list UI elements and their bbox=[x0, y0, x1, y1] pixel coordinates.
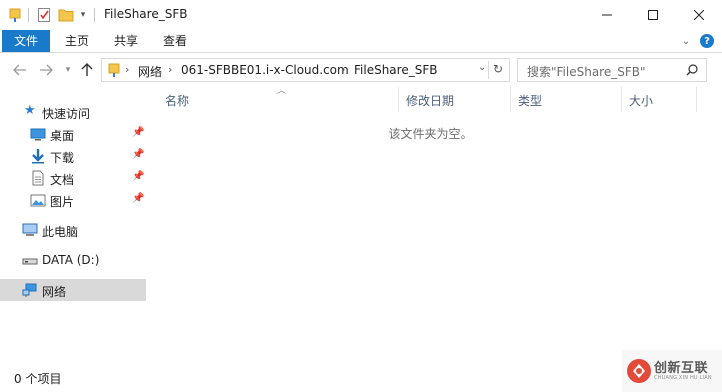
tab-file[interactable]: 文件 bbox=[2, 30, 50, 52]
maximize-button[interactable] bbox=[630, 0, 676, 30]
toolbar-separator bbox=[94, 8, 95, 22]
address-toolbar: ▾ › 网络 › 061-SFBBE01.i-x-Cloud.com › Fil… bbox=[0, 53, 722, 87]
watermark: 创新互联 CHUANG XIN HU LIAN bbox=[622, 350, 722, 392]
star-icon: ★ bbox=[24, 103, 36, 118]
search-icon bbox=[686, 64, 698, 76]
back-arrow-icon bbox=[13, 64, 26, 76]
close-button[interactable] bbox=[676, 0, 722, 30]
address-bar[interactable]: › 网络 › 061-SFBBE01.i-x-Cloud.com › FileS… bbox=[101, 58, 510, 82]
desktop-icon bbox=[30, 128, 46, 141]
forward-button[interactable] bbox=[38, 62, 54, 78]
up-button[interactable] bbox=[79, 62, 95, 78]
breadcrumb-folder[interactable]: FileShare_SFB bbox=[354, 63, 437, 77]
tab-share[interactable]: 共享 bbox=[107, 30, 145, 52]
status-bar: 0 个项目 bbox=[0, 365, 722, 392]
breadcrumb-network[interactable]: 网络 bbox=[138, 63, 162, 80]
search-placeholder: 搜索"FileShare_SFB" bbox=[527, 65, 646, 79]
help-icon[interactable]: ? bbox=[700, 34, 714, 48]
maximize-icon bbox=[648, 10, 658, 20]
title-bar: ▾ FileShare_SFB bbox=[0, 0, 722, 30]
pin-icon[interactable]: 📌 bbox=[132, 171, 144, 182]
item-count: 0 个项目 bbox=[14, 372, 62, 386]
tab-home[interactable]: 主页 bbox=[58, 30, 96, 52]
breadcrumb-separator: › bbox=[125, 63, 130, 76]
column-header-name[interactable]: 名称 bbox=[165, 92, 189, 109]
nav-item-downloads[interactable]: 下载 📌 bbox=[0, 145, 146, 167]
watermark-logo-icon bbox=[627, 359, 651, 383]
nav-network[interactable]: 网络 bbox=[0, 279, 146, 301]
close-icon bbox=[694, 10, 704, 20]
forward-arrow-icon bbox=[40, 64, 53, 76]
download-icon bbox=[32, 149, 44, 164]
nav-network-label: 网络 bbox=[42, 285, 67, 299]
ribbon-tabs: 文件 主页 共享 查看 ⌄ ? bbox=[0, 30, 722, 53]
navigation-pane: ★ 快速访问 桌面 📌 下载 📌 文档 📌 图片 📌 此电脑 DATA (D:)… bbox=[0, 87, 150, 365]
document-icon bbox=[32, 170, 44, 186]
empty-folder-message: 该文件夹为空。 bbox=[388, 127, 473, 141]
watermark-subtext: CHUANG XIN HU LIAN bbox=[654, 375, 712, 381]
nav-this-pc[interactable]: 此电脑 bbox=[0, 219, 146, 241]
nav-item-label: 桌面 bbox=[50, 129, 75, 143]
window-title: FileShare_SFB bbox=[104, 7, 188, 21]
pin-icon[interactable]: 📌 bbox=[132, 127, 144, 138]
nav-item-pictures[interactable]: 图片 📌 bbox=[0, 189, 146, 211]
column-separator[interactable] bbox=[621, 87, 622, 112]
sort-ascending-icon: ︿ bbox=[277, 86, 287, 96]
breadcrumb-server[interactable]: 061-SFBBE01.i-x-Cloud.com bbox=[181, 63, 349, 77]
refresh-icon[interactable]: ↻ bbox=[493, 62, 503, 76]
folder-location-icon bbox=[108, 63, 120, 77]
properties-check-icon[interactable] bbox=[36, 6, 52, 24]
minimize-button[interactable] bbox=[584, 0, 630, 30]
recent-locations-icon[interactable]: ▾ bbox=[60, 62, 76, 78]
customize-quick-access-icon[interactable]: ▾ bbox=[78, 6, 88, 24]
computer-icon bbox=[22, 223, 38, 236]
folder-properties-icon[interactable] bbox=[8, 6, 22, 24]
column-header-modified[interactable]: 修改日期 bbox=[406, 92, 454, 109]
up-arrow-icon bbox=[81, 63, 93, 76]
breadcrumb-separator: › bbox=[341, 63, 346, 76]
watermark-text: 创新互联 bbox=[654, 361, 709, 376]
column-separator[interactable] bbox=[510, 87, 511, 112]
expand-ribbon-icon[interactable]: ⌄ bbox=[680, 35, 692, 47]
nav-item-desktop[interactable]: 桌面 📌 bbox=[0, 123, 146, 145]
back-button[interactable] bbox=[12, 62, 28, 78]
pin-icon[interactable]: 📌 bbox=[132, 193, 144, 204]
minimize-icon bbox=[602, 14, 612, 16]
nav-item-label: 下载 bbox=[50, 151, 75, 165]
network-icon bbox=[22, 283, 37, 297]
nav-drive-label: DATA (D:) bbox=[42, 253, 100, 267]
breadcrumb-separator: › bbox=[168, 63, 173, 76]
column-separator[interactable] bbox=[696, 87, 697, 112]
picture-icon bbox=[30, 194, 46, 207]
file-list[interactable]: ︿ 名称 修改日期 类型 大小 该文件夹为空。 bbox=[153, 86, 708, 365]
nav-quick-access-label: 快速访问 bbox=[42, 107, 91, 121]
drive-icon bbox=[22, 258, 38, 265]
address-divider bbox=[488, 61, 489, 79]
nav-item-label: 图片 bbox=[50, 195, 75, 209]
column-header-size[interactable]: 大小 bbox=[629, 92, 653, 109]
tab-view[interactable]: 查看 bbox=[156, 30, 194, 52]
toolbar-separator bbox=[28, 8, 29, 22]
nav-quick-access[interactable]: ★ 快速访问 bbox=[0, 101, 146, 123]
nav-item-documents[interactable]: 文档 📌 bbox=[0, 167, 146, 189]
nav-item-label: 文档 bbox=[50, 173, 75, 187]
column-separator[interactable] bbox=[398, 87, 399, 112]
pin-icon[interactable]: 📌 bbox=[132, 149, 144, 160]
new-folder-icon[interactable] bbox=[58, 6, 74, 24]
address-dropdown-icon[interactable]: ⌄ bbox=[478, 62, 486, 73]
column-header-type[interactable]: 类型 bbox=[518, 92, 542, 109]
nav-this-pc-label: 此电脑 bbox=[42, 225, 79, 239]
nav-drive-d[interactable]: DATA (D:) bbox=[0, 249, 146, 271]
search-box[interactable]: 搜索"FileShare_SFB" bbox=[517, 58, 707, 82]
